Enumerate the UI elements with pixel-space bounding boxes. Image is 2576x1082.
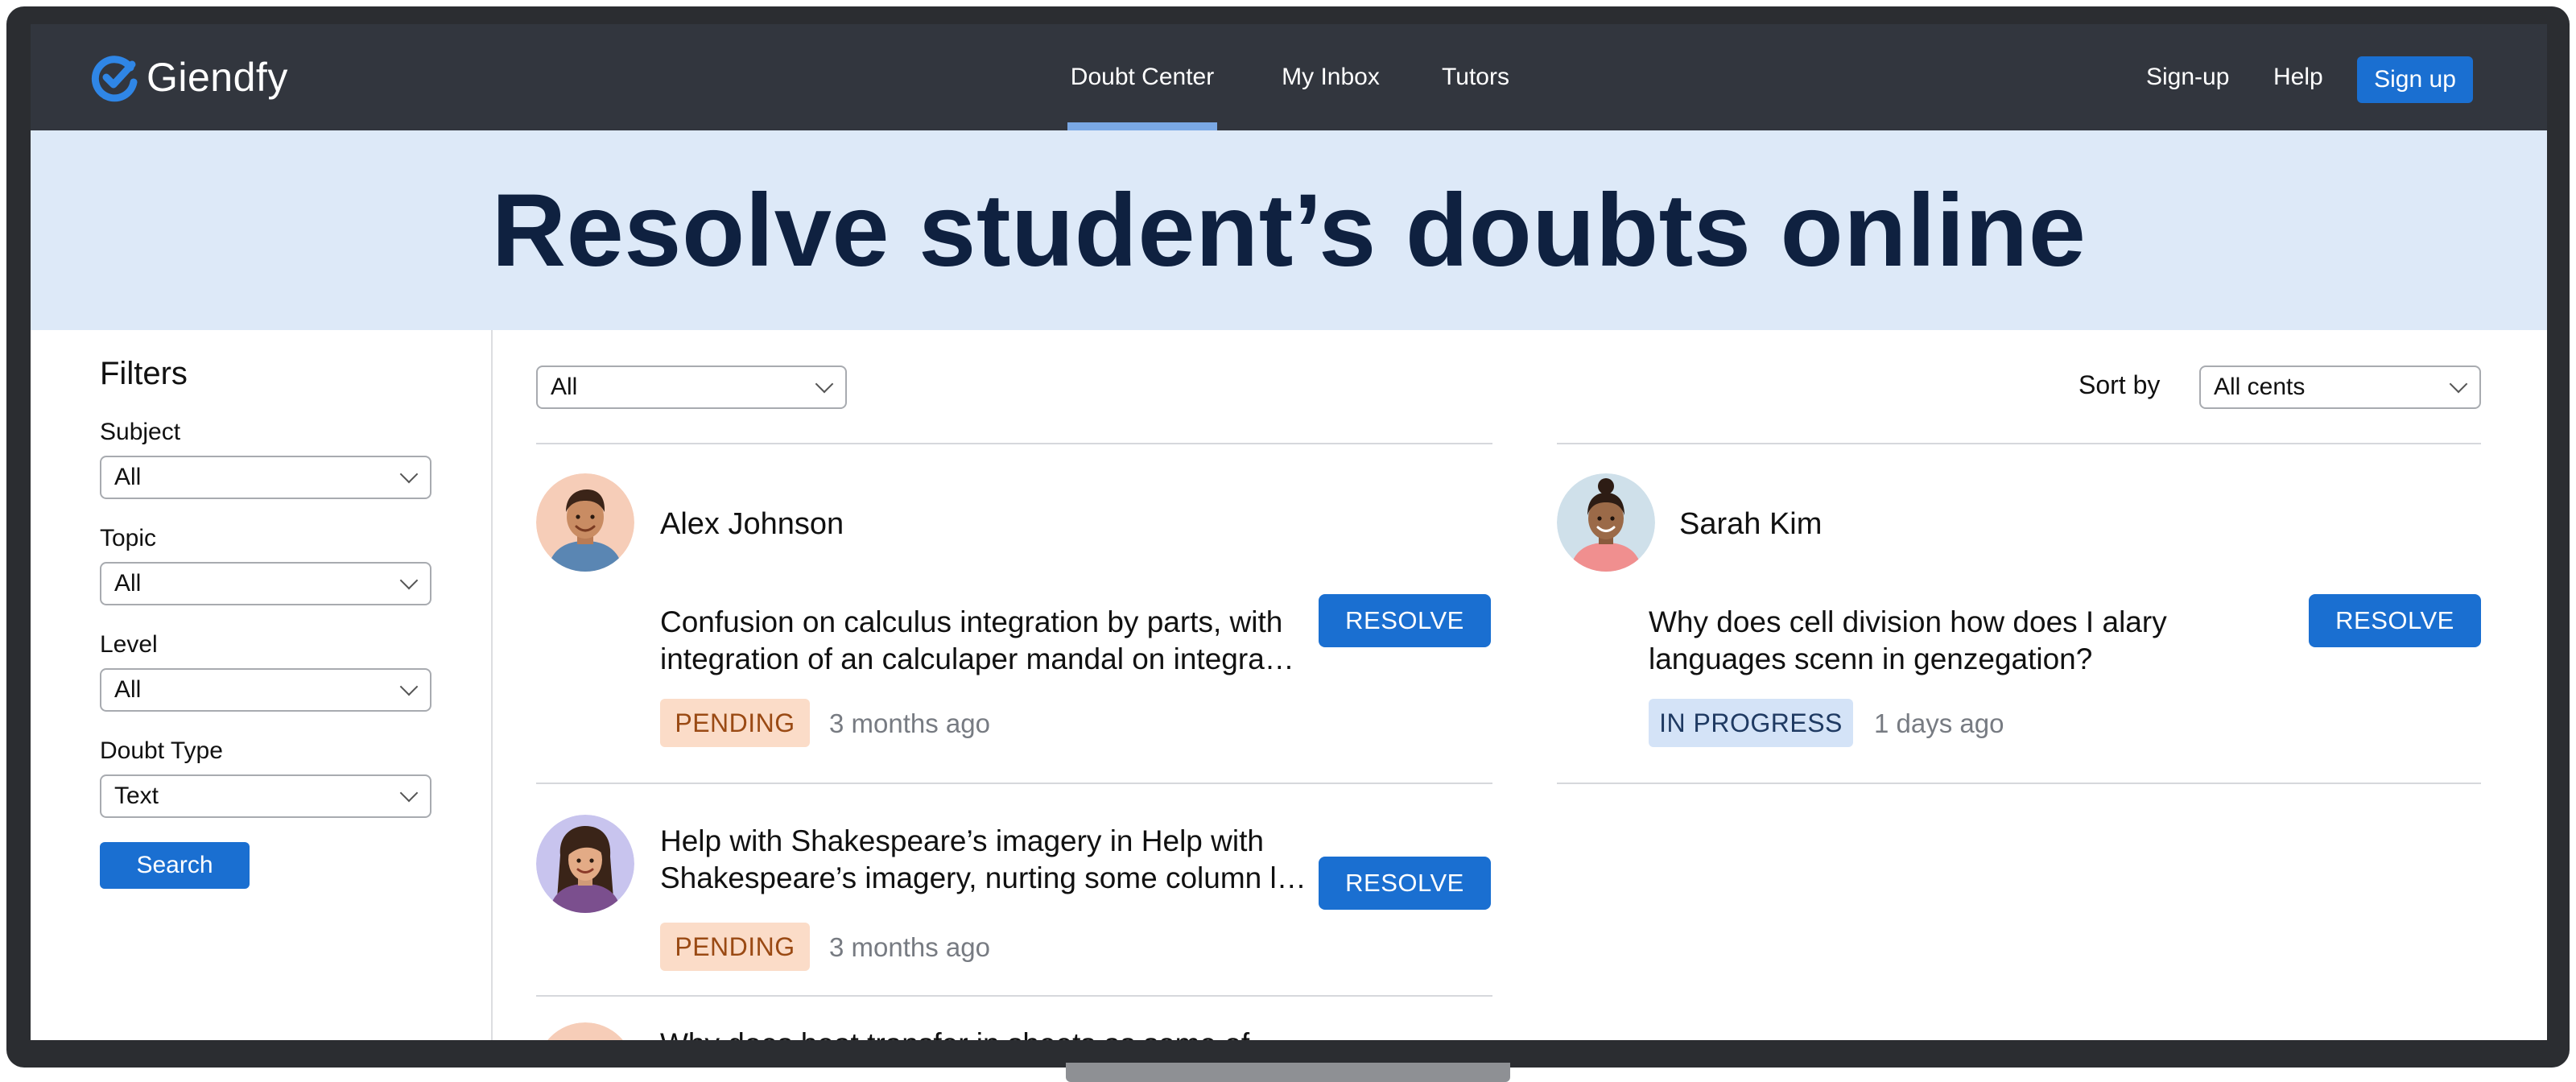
chevron-down-icon — [815, 374, 834, 394]
app-screen: Giendfy Doubt Center My Inbox Tutors Sig… — [31, 24, 2547, 1040]
avatar[interactable] — [536, 815, 634, 913]
filters-title: Filters — [100, 356, 188, 391]
giendfy-logo-icon — [91, 56, 138, 102]
timestamp: 1 days ago — [1874, 708, 2004, 738]
question-line: Confusion on calculus integration by par… — [660, 605, 1283, 638]
question-line: Help with Shakespeare’s imagery in Help … — [660, 824, 1264, 857]
doubt-type-select[interactable]: Text — [100, 774, 431, 818]
row-divider — [536, 995, 1492, 997]
nav-tutors[interactable]: Tutors — [1431, 24, 1520, 130]
nav-my-inbox[interactable]: My Inbox — [1267, 24, 1394, 130]
sort-label: Sort by — [2079, 370, 2161, 399]
status-badge: IN PROGRESS — [1649, 699, 1853, 747]
question-line: languages scenn in genzegation? — [1649, 642, 2093, 675]
subject-label: Subject — [100, 419, 181, 445]
topic-label: Topic — [100, 525, 157, 551]
female-avatar-icon — [1557, 473, 1655, 572]
row-divider — [1557, 443, 2481, 444]
male-avatar-icon — [547, 1022, 623, 1040]
status-badge: PENDING — [660, 923, 810, 971]
chevron-down-icon — [399, 465, 419, 484]
doubt-question[interactable]: Why does cell division how does I alary … — [1649, 604, 2260, 678]
student-name: Sarah Kim — [1679, 507, 1823, 541]
topic-select-value: All — [114, 570, 142, 597]
question-line: Why does cell division how does I alary — [1649, 605, 2167, 638]
doubt-type-select-value: Text — [114, 783, 159, 809]
nav-active-indicator — [1067, 122, 1217, 130]
chevron-down-icon — [2449, 374, 2468, 394]
subject-select[interactable]: All — [100, 456, 431, 499]
resolve-button[interactable]: RESOLVE — [1319, 594, 1491, 647]
sort-select-value: All cents — [2214, 374, 2306, 400]
status-filter-value: All — [551, 374, 578, 400]
chevron-down-icon — [399, 783, 419, 803]
question-line: integration of an calculaper mandal on i… — [660, 642, 1296, 675]
signup-button[interactable]: Sign up — [2357, 56, 2473, 103]
doubt-question[interactable]: Confusion on calculus integration by par… — [660, 604, 1296, 678]
doubt-question[interactable]: Why does heat transfer in sheets as some… — [660, 1027, 1249, 1040]
top-navbar: Giendfy Doubt Center My Inbox Tutors Sig… — [31, 24, 2547, 130]
status-badge: PENDING — [660, 699, 810, 747]
row-divider — [1557, 783, 2481, 784]
row-divider — [536, 783, 1492, 784]
subject-select-value: All — [114, 464, 142, 490]
filters-sidebar: Filters Subject All Topic All Level All … — [31, 330, 493, 1040]
doubt-question[interactable]: Help with Shakespeare’s imagery in Help … — [660, 823, 1312, 897]
doubt-type-label: Doubt Type — [100, 737, 223, 764]
monitor-stand — [1066, 1063, 1510, 1082]
chevron-down-icon — [399, 571, 419, 590]
resolve-button[interactable]: RESOLVE — [1319, 857, 1491, 910]
nav-doubt-center[interactable]: Doubt Center — [1067, 24, 1217, 130]
avatar[interactable] — [536, 473, 634, 572]
search-button[interactable]: Search — [100, 842, 250, 889]
timestamp: 3 months ago — [829, 708, 990, 738]
nav-signup-link[interactable]: Sign-up — [2146, 24, 2229, 130]
status-filter-select[interactable]: All — [536, 365, 847, 409]
male-avatar-icon — [536, 473, 634, 572]
topic-select[interactable]: All — [100, 562, 431, 605]
hero-banner: Resolve student’s doubts online — [31, 130, 2547, 330]
brand-logo[interactable]: Giendfy — [89, 52, 288, 103]
avatar[interactable] — [536, 1022, 634, 1040]
resolve-button[interactable]: RESOLVE — [2309, 594, 2481, 647]
hero-title: Resolve student’s doubts online — [491, 172, 2087, 288]
student-name: Alex Johnson — [660, 507, 844, 541]
level-label: Level — [100, 631, 158, 658]
brand-name: Giendfy — [147, 55, 288, 100]
nav-help-link[interactable]: Help — [2273, 24, 2323, 130]
level-select[interactable]: All — [100, 668, 431, 712]
female-avatar-icon — [536, 815, 634, 913]
timestamp: 3 months ago — [829, 932, 990, 962]
avatar[interactable] — [1557, 473, 1655, 572]
sort-select[interactable]: All cents — [2199, 365, 2481, 409]
level-select-value: All — [114, 676, 142, 703]
question-line: Shakespeare’s imagery, nurting some colu… — [660, 861, 1312, 894]
row-divider — [536, 443, 1492, 444]
chevron-down-icon — [399, 677, 419, 696]
